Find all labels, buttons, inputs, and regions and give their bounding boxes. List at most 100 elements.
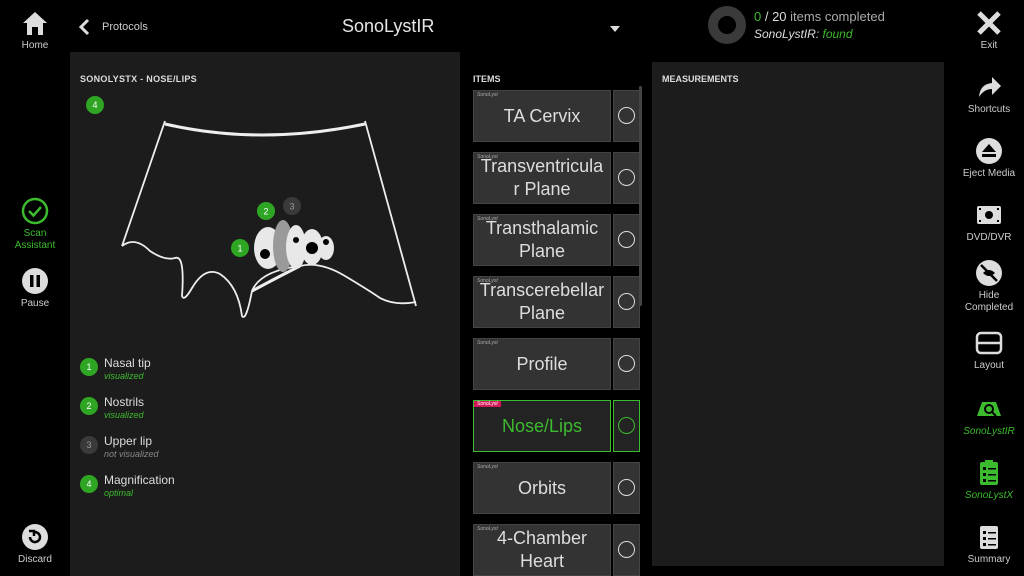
item-name: Orbits [517,477,566,498]
status-value: found [822,27,853,41]
shortcuts-button[interactable]: Shortcuts [954,72,1024,116]
face-profile-shape [254,220,334,272]
nose-lips-diagram: 1 2 3 [121,120,417,318]
hide-completed-button[interactable]: Hide Completed [954,258,1024,314]
item-row: SonoLyst Transventricula r Plane [473,152,640,204]
panel-heading: SONOLYSTX - NOSE/LIPS [80,74,197,84]
item-row: SonoLyst Orbits [473,462,640,514]
home-icon [23,12,47,35]
item-card[interactable]: SonoLyst Transthalamic Plane [473,214,611,266]
item-card[interactable]: SonoLyst Nose/Lips [473,400,611,452]
legend-status: optimal [104,488,134,498]
eject-icon [976,138,1002,164]
item-row: SonoLyst Nose/Lips [473,400,640,452]
svg-text:2: 2 [263,207,268,217]
back-to-protocols-button[interactable]: Protocols [78,18,148,36]
dvd-dvr-button[interactable]: DVD/DVR [954,200,1024,244]
item-card[interactable]: SonoLyst Profile [473,338,611,390]
sonolystx-label: SonoLystX [964,490,1014,501]
circle-icon [618,355,635,372]
item-card[interactable]: SonoLyst Transcerebellar Plane [473,276,611,328]
legend-title: Nasal tip [104,356,151,370]
chevron-left-icon [78,18,90,36]
item-checkbox[interactable] [613,152,640,204]
share-arrow-icon [979,77,1001,97]
close-icon [977,11,1001,35]
item-name: TA Cervix [503,105,581,126]
circle-icon [618,541,635,558]
dvd-dvr-label: DVD/DVR [966,232,1012,243]
item-row: SonoLyst TA Cervix [473,90,640,142]
item-name: Nose/Lips [501,415,583,436]
item-checkbox[interactable] [613,524,640,576]
legend-title: Upper lip [104,434,153,448]
item-name: Transcerebellar Plane [479,280,605,323]
pause-icon [22,268,48,294]
item-checkbox[interactable] [613,462,640,514]
legend-title: Nostrils [104,395,145,409]
layout-label: Layout [973,360,1005,371]
left-sidebar: Home Scan Assistant Pause Discard [0,0,70,576]
item-checkbox[interactable] [613,276,640,328]
hide-icon [976,260,1002,286]
eject-media-button[interactable]: Eject Media [954,136,1024,180]
home-button[interactable]: Home [0,8,70,52]
checklist-icon [980,460,998,485]
legend-title: Magnification [104,473,175,487]
legend-badge: 1 [80,358,98,376]
summary-button[interactable]: Summary [954,522,1024,566]
items-scrollbar[interactable] [639,86,642,306]
hide-completed-label: Hide Completed [964,290,1014,313]
page-title: SonoLystIR [342,16,435,36]
item-row: SonoLyst Transcerebellar Plane [473,276,640,328]
sonolystir-button[interactable]: SonoLystIR [954,394,1024,438]
item-checkbox[interactable] [613,214,640,266]
item-checkbox[interactable] [613,338,640,390]
measurements-panel: MEASUREMENTS [652,62,944,566]
probe-search-icon [977,402,1001,417]
summary-icon [980,526,998,549]
layout-button[interactable]: Layout [954,328,1024,372]
item-card[interactable]: SonoLyst TA Cervix [473,90,611,142]
check-circle-icon [21,197,49,225]
shortcuts-label: Shortcuts [967,104,1011,115]
sonolystx-button[interactable]: SonoLystX [954,458,1024,502]
pause-button[interactable]: Pause [0,266,70,310]
circle-icon [618,293,635,310]
item-checkbox[interactable] [613,90,640,142]
item-name: Transventricula r Plane [480,156,604,199]
item-row: SonoLyst Profile [473,338,640,390]
progress-total: / 20 [761,9,787,24]
eject-media-label: Eject Media [962,168,1016,179]
scan-assistant-button[interactable]: Scan Assistant [0,196,70,252]
circle-icon [618,169,635,186]
item-card[interactable]: SonoLyst 4-Chamber Heart [473,524,611,576]
circle-icon [618,231,635,248]
summary-label: Summary [967,554,1011,565]
marker-2: 2 [257,202,275,220]
progress-suffix: items completed [786,9,885,24]
circle-icon [618,479,635,496]
discard-icon [22,524,48,550]
legend-badge: 3 [80,436,98,454]
exit-label: Exit [980,40,998,51]
pause-label: Pause [20,298,50,309]
progress-text: 0 / 20 items completed [754,9,885,24]
legend-status: visualized [104,410,144,420]
chevron-down-icon[interactable] [610,26,620,32]
items-list: ITEMS SonoLyst TA Cervix SonoLyst Transvent… [463,52,646,576]
back-label: Protocols [102,21,148,33]
item-card[interactable]: SonoLyst Orbits [473,462,611,514]
status-label: SonoLystIR: [754,27,823,41]
scan-assistant-label: Scan Assistant [14,228,56,251]
exit-button[interactable]: Exit [954,8,1024,52]
film-icon [977,206,1001,224]
item-name: Profile [516,353,568,374]
marker-3: 3 [283,197,301,215]
circle-icon [618,107,635,124]
discard-button[interactable]: Discard [0,522,70,566]
item-card[interactable]: SonoLyst Transventricula r Plane [473,152,611,204]
item-checkbox[interactable] [613,400,640,452]
sonolyst-status: SonoLystIR: found [754,27,853,41]
circle-icon [618,417,635,434]
